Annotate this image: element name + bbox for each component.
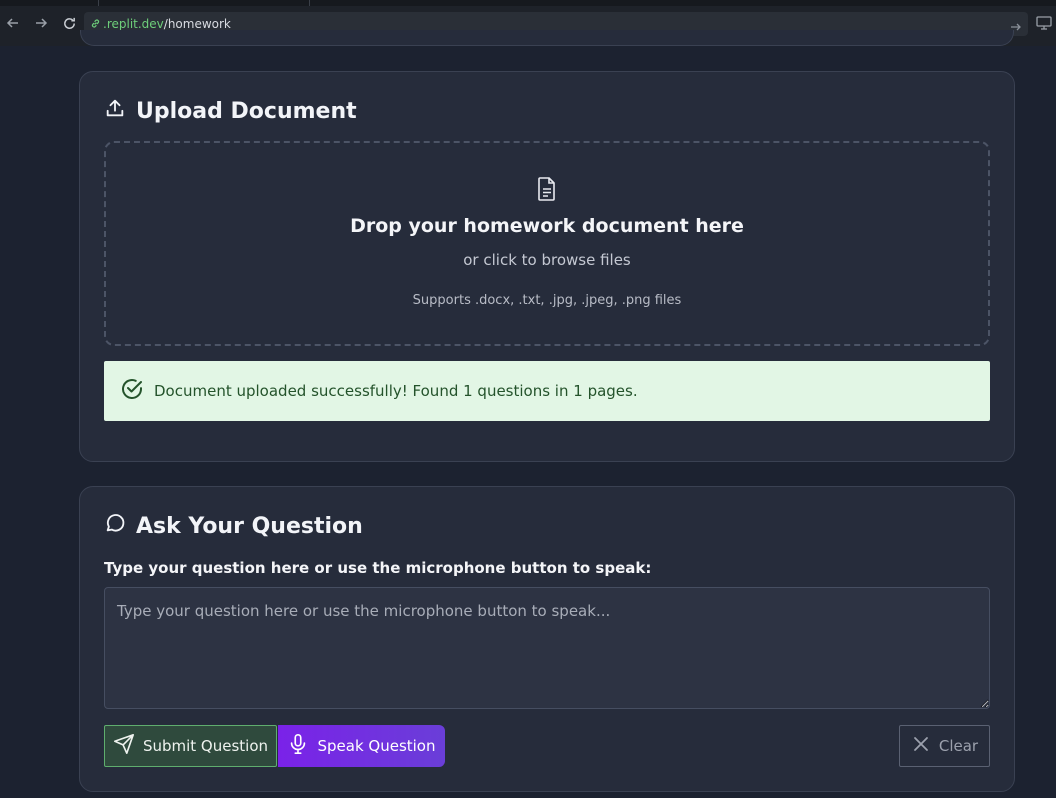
ask-question-card: Ask Your Question Type your question her… xyxy=(79,486,1015,792)
upload-icon xyxy=(104,97,136,125)
ask-card-heading: Ask Your Question xyxy=(104,512,363,540)
upload-success-alert: Document uploaded successfully! Found 1 … xyxy=(104,361,990,421)
forward-icon[interactable] xyxy=(32,14,50,32)
back-icon[interactable] xyxy=(4,14,22,32)
reload-icon[interactable] xyxy=(60,14,78,32)
previous-card-edge xyxy=(80,30,1014,46)
upload-card-title: Upload Document xyxy=(136,98,357,124)
submit-question-label: Submit Question xyxy=(142,737,269,755)
check-circle-icon xyxy=(120,377,154,405)
microphone-icon xyxy=(287,733,317,759)
speak-question-button[interactable]: Speak Question xyxy=(278,725,445,767)
clear-label: Clear xyxy=(938,737,979,755)
chat-bubble-icon xyxy=(104,512,136,540)
submit-question-button[interactable]: Submit Question xyxy=(104,725,277,767)
speak-question-label: Speak Question xyxy=(317,737,436,755)
dropzone-subtitle: or click to browse files xyxy=(463,251,631,269)
tab-strip xyxy=(0,0,1056,6)
upload-document-card: Upload Document Drop your homework docum… xyxy=(79,71,1015,462)
supported-formats-note: Supports .docx, .txt, .jpg, .jpeg, .png … xyxy=(412,293,682,308)
ask-card-title: Ask Your Question xyxy=(136,513,363,539)
document-icon xyxy=(537,177,557,205)
display-icon[interactable] xyxy=(1036,15,1052,34)
url-host: .replit.dev xyxy=(103,17,164,31)
dropzone-title: Drop your homework document here xyxy=(350,215,744,237)
question-label: Type your question here or use the micro… xyxy=(104,559,652,577)
close-icon xyxy=(911,734,939,758)
success-message: Document uploaded successfully! Found 1 … xyxy=(154,382,638,400)
question-input[interactable] xyxy=(104,587,990,709)
url-path: /homework xyxy=(163,17,231,31)
send-icon xyxy=(113,733,143,759)
upload-card-heading: Upload Document xyxy=(104,97,357,125)
file-dropzone[interactable]: Drop your homework document here or clic… xyxy=(104,141,990,346)
clear-button[interactable]: Clear xyxy=(899,725,990,767)
